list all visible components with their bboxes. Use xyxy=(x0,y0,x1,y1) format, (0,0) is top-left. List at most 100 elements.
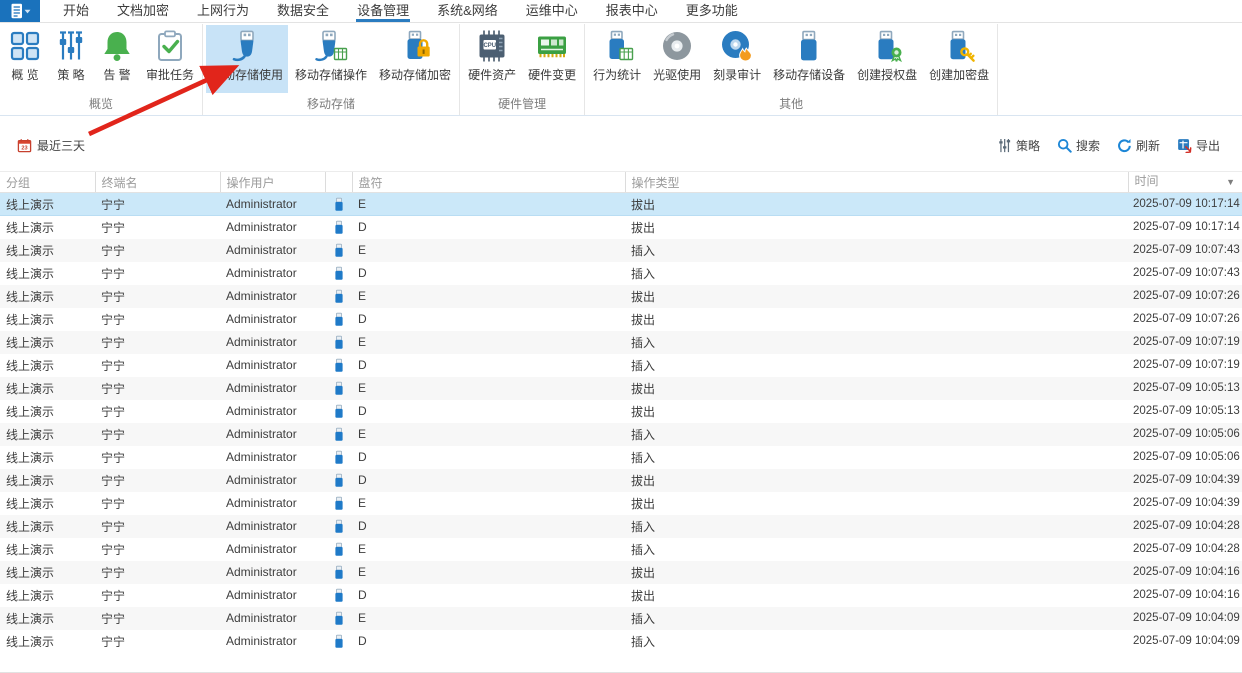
cell-drive: E xyxy=(352,193,625,216)
app-window: 开始文档加密上网行为数据安全设备管理系统&网络运维中心报表中心更多功能 概 览策… xyxy=(0,0,1242,673)
column-header-2[interactable]: 操作用户 xyxy=(220,172,325,193)
ribbon-button-usb-lock[interactable]: 移动存储加密 xyxy=(374,25,456,93)
ribbon-button-disc-flame[interactable]: 刻录审计 xyxy=(708,25,766,93)
cell-time: 2025-07-09 10:07:43 xyxy=(1128,262,1242,285)
sort-dropdown-icon[interactable]: ▼ xyxy=(1226,172,1235,192)
ribbon-button-usb-table[interactable]: 行为统计 xyxy=(588,25,646,93)
table-row-9[interactable]: 线上演示宁宁AdministratorD拔出2025-07-09 10:05:1… xyxy=(0,400,1242,423)
app-menu-button[interactable] xyxy=(0,0,40,22)
ribbon-button-sliders[interactable]: 策 略 xyxy=(49,25,93,93)
cell-user: Administrator xyxy=(220,354,325,377)
cell-group: 线上演示 xyxy=(0,262,95,285)
cell-group: 线上演示 xyxy=(0,561,95,584)
toolbar-action-refresh[interactable]: 刷新 xyxy=(1117,137,1160,154)
table-row-3[interactable]: 线上演示宁宁AdministratorD插入2025-07-09 10:07:4… xyxy=(0,262,1242,285)
table-row-19[interactable]: 线上演示宁宁AdministratorD插入2025-07-09 10:04:0… xyxy=(0,630,1242,653)
cell-device-icon xyxy=(325,285,352,308)
table-row-0[interactable]: 线上演示宁宁AdministratorE拔出2025-07-09 10:17:1… xyxy=(0,193,1242,216)
ribbon-button-usb-plug[interactable]: 移动存储使用 xyxy=(206,25,288,93)
table-row-10[interactable]: 线上演示宁宁AdministratorE插入2025-07-09 10:05:0… xyxy=(0,423,1242,446)
table-row-2[interactable]: 线上演示宁宁AdministratorE插入2025-07-09 10:07:4… xyxy=(0,239,1242,262)
toolbar-action-label: 策略 xyxy=(1016,137,1040,154)
cell-action: 插入 xyxy=(625,239,1128,262)
cell-user: Administrator xyxy=(220,561,325,584)
ribbon-button-label: 审批任务 xyxy=(146,66,194,83)
menu-tab-3[interactable]: 数据安全 xyxy=(263,0,343,22)
cell-device-icon xyxy=(325,561,352,584)
menu-tab-7[interactable]: 报表中心 xyxy=(592,0,672,22)
ribbon-button-cpu[interactable]: CPU硬件资产 xyxy=(463,25,521,93)
cell-time: 2025-07-09 10:04:39 xyxy=(1128,492,1242,515)
column-header-0[interactable]: 分组 xyxy=(0,172,95,193)
cell-time: 2025-07-09 10:17:14 xyxy=(1128,193,1242,216)
menu-tab-8[interactable]: 更多功能 xyxy=(672,0,752,22)
ribbon-button-usb-key[interactable]: 创建加密盘 xyxy=(924,25,994,93)
toolbar-action-search[interactable]: 搜索 xyxy=(1057,137,1100,154)
column-header-3[interactable] xyxy=(325,172,352,193)
cell-user: Administrator xyxy=(220,492,325,515)
table-row-4[interactable]: 线上演示宁宁AdministratorE拔出2025-07-09 10:07:2… xyxy=(0,285,1242,308)
ribbon-group-label: 其他 xyxy=(587,96,995,115)
table-row-8[interactable]: 线上演示宁宁AdministratorE拔出2025-07-09 10:05:1… xyxy=(0,377,1242,400)
column-header-label: 分组 xyxy=(6,176,30,190)
usb-drive-icon xyxy=(334,519,344,534)
cell-user: Administrator xyxy=(220,630,325,653)
table-row-18[interactable]: 线上演示宁宁AdministratorE插入2025-07-09 10:04:0… xyxy=(0,607,1242,630)
table-row-5[interactable]: 线上演示宁宁AdministratorD拔出2025-07-09 10:07:2… xyxy=(0,308,1242,331)
cell-action: 拔出 xyxy=(625,308,1128,331)
table-row-17[interactable]: 线上演示宁宁AdministratorD拔出2025-07-09 10:04:1… xyxy=(0,584,1242,607)
cell-time: 2025-07-09 10:05:13 xyxy=(1128,377,1242,400)
cell-time: 2025-07-09 10:07:19 xyxy=(1128,331,1242,354)
cell-group: 线上演示 xyxy=(0,354,95,377)
menu-tab-0[interactable]: 开始 xyxy=(49,0,103,22)
cell-device-icon xyxy=(325,469,352,492)
filter-toolbar: 23 最近三天 策略搜索刷新导出 xyxy=(0,117,1242,171)
ribbon-button-usb[interactable]: 移动存储设备 xyxy=(768,25,850,93)
menu-tab-1[interactable]: 文档加密 xyxy=(103,0,183,22)
table-row-11[interactable]: 线上演示宁宁AdministratorD插入2025-07-09 10:05:0… xyxy=(0,446,1242,469)
ribbon-button-disc[interactable]: 光驱使用 xyxy=(648,25,706,93)
ribbon-group-0: 概 览策 略告 警审批任务概览 xyxy=(0,24,203,115)
cell-time: 2025-07-09 10:04:09 xyxy=(1128,607,1242,630)
cell-time: 2025-07-09 10:04:16 xyxy=(1128,561,1242,584)
column-header-4[interactable]: 盘符 xyxy=(352,172,625,193)
column-header-6[interactable]: 时间 ▼ xyxy=(1128,172,1242,193)
table-row-6[interactable]: 线上演示宁宁AdministratorE插入2025-07-09 10:07:1… xyxy=(0,331,1242,354)
ribbon-button-grid[interactable]: 概 览 xyxy=(3,25,47,93)
column-header-1[interactable]: 终端名 xyxy=(95,172,220,193)
cell-action: 插入 xyxy=(625,423,1128,446)
menu-tab-6[interactable]: 运维中心 xyxy=(512,0,592,22)
ribbon-button-bell[interactable]: 告 警 xyxy=(95,25,139,93)
table-row-13[interactable]: 线上演示宁宁AdministratorE拔出2025-07-09 10:04:3… xyxy=(0,492,1242,515)
toolbar-action-export[interactable]: 导出 xyxy=(1177,137,1220,154)
column-header-label: 时间 xyxy=(1135,174,1159,188)
ribbon-button-circuit[interactable]: 硬件变更 xyxy=(523,25,581,93)
cell-drive: D xyxy=(352,584,625,607)
cell-user: Administrator xyxy=(220,216,325,239)
ribbon-button-usb-medal[interactable]: 创建授权盘 xyxy=(852,25,922,93)
table-row-12[interactable]: 线上演示宁宁AdministratorD拔出2025-07-09 10:04:3… xyxy=(0,469,1242,492)
ribbon-button-clipboard-check[interactable]: 审批任务 xyxy=(141,25,199,93)
usb-drive-icon xyxy=(334,312,344,327)
column-header-5[interactable]: 操作类型 xyxy=(625,172,1128,193)
menu-tab-5[interactable]: 系统&网络 xyxy=(423,0,512,22)
usb-drive-icon xyxy=(334,588,344,603)
menu-tab-2[interactable]: 上网行为 xyxy=(183,0,263,22)
cell-device-icon xyxy=(325,354,352,377)
table-row-14[interactable]: 线上演示宁宁AdministratorD插入2025-07-09 10:04:2… xyxy=(0,515,1242,538)
cell-time: 2025-07-09 10:07:43 xyxy=(1128,239,1242,262)
table-row-1[interactable]: 线上演示宁宁AdministratorD拔出2025-07-09 10:17:1… xyxy=(0,216,1242,239)
cell-time: 2025-07-09 10:04:28 xyxy=(1128,538,1242,561)
menu-tab-4[interactable]: 设备管理 xyxy=(343,0,423,22)
column-header-label: 终端名 xyxy=(102,176,138,190)
cell-terminal: 宁宁 xyxy=(95,377,220,400)
cell-user: Administrator xyxy=(220,285,325,308)
table-row-15[interactable]: 线上演示宁宁AdministratorE插入2025-07-09 10:04:2… xyxy=(0,538,1242,561)
toolbar-action-sliders-small[interactable]: 策略 xyxy=(997,137,1040,154)
ribbon-button-usb-plug-table[interactable]: 移动存储操作 xyxy=(290,25,372,93)
date-range-filter[interactable]: 23 最近三天 xyxy=(17,137,85,154)
table-row-16[interactable]: 线上演示宁宁AdministratorE拔出2025-07-09 10:04:1… xyxy=(0,561,1242,584)
cell-drive: E xyxy=(352,331,625,354)
table-row-7[interactable]: 线上演示宁宁AdministratorD插入2025-07-09 10:07:1… xyxy=(0,354,1242,377)
cell-drive: E xyxy=(352,492,625,515)
